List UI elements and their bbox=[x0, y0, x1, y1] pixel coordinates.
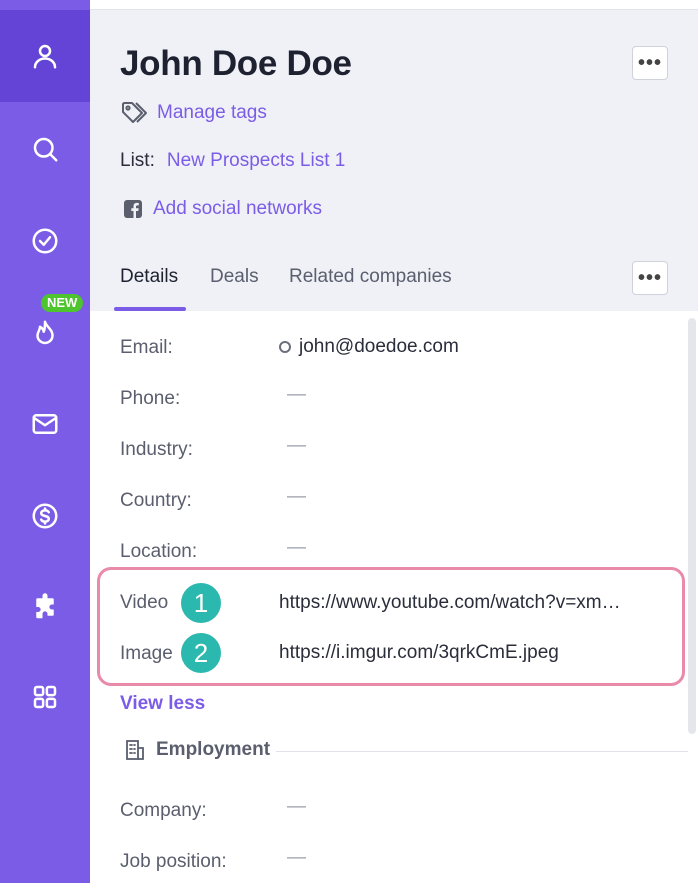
company-label: Company: bbox=[120, 800, 207, 821]
email-value[interactable]: john@doedoe.com bbox=[299, 336, 459, 358]
building-icon bbox=[126, 740, 144, 760]
job-position-value[interactable]: — bbox=[287, 847, 306, 869]
video-value[interactable]: https://www.youtube.com/watch?v=xm… bbox=[279, 592, 621, 614]
apps-icon bbox=[33, 685, 57, 709]
sidebar-item-search[interactable] bbox=[0, 103, 90, 195]
phone-value[interactable]: — bbox=[287, 384, 306, 406]
manage-tags-row[interactable]: Manage tags bbox=[121, 101, 267, 125]
contact-more-button[interactable]: ••• bbox=[632, 46, 668, 80]
country-label: Country: bbox=[120, 490, 192, 511]
location-label: Location: bbox=[120, 541, 198, 562]
email-value-row[interactable]: john@doedoe.com bbox=[279, 336, 459, 358]
section-divider bbox=[276, 751, 688, 752]
social-row[interactable]: Add social networks bbox=[123, 198, 322, 220]
tab-details[interactable]: Details bbox=[120, 266, 178, 288]
job-position-label: Job position: bbox=[120, 851, 227, 872]
sidebar-item-integrations[interactable] bbox=[0, 561, 90, 653]
top-bar bbox=[90, 0, 698, 10]
new-badge: NEW bbox=[41, 294, 84, 312]
sidebar-item-tasks[interactable] bbox=[0, 195, 90, 287]
puzzle-icon bbox=[36, 593, 54, 619]
tab-related-companies[interactable]: Related companies bbox=[289, 266, 452, 288]
dollar-icon bbox=[32, 503, 58, 529]
video-label: Video bbox=[120, 592, 169, 613]
sidebar-item-apps[interactable] bbox=[0, 651, 90, 743]
status-dot-icon bbox=[279, 341, 291, 353]
sidebar: NEW bbox=[0, 0, 90, 883]
industry-label: Industry: bbox=[120, 439, 193, 460]
more-icon: ••• bbox=[637, 267, 662, 289]
sidebar-item-mail[interactable] bbox=[0, 378, 90, 470]
tabs-more-button[interactable]: ••• bbox=[632, 261, 668, 295]
sidebar-item-deals[interactable] bbox=[0, 470, 90, 562]
image-label: Image bbox=[120, 643, 173, 664]
tab-deals[interactable]: Deals bbox=[210, 266, 259, 288]
contact-name: John Doe Doe bbox=[120, 44, 352, 83]
marker-1: 1 bbox=[181, 583, 221, 623]
list-row: List: New Prospects List 1 bbox=[120, 150, 345, 172]
image-value[interactable]: https://i.imgur.com/3qrkCmE.jpeg bbox=[279, 642, 559, 664]
sidebar-item-contacts[interactable] bbox=[0, 10, 90, 102]
user-icon bbox=[33, 44, 57, 69]
scrollbar[interactable] bbox=[688, 318, 696, 734]
fire-icon bbox=[36, 320, 54, 345]
more-icon: ••• bbox=[637, 52, 662, 74]
phone-label: Phone: bbox=[120, 388, 181, 409]
list-link[interactable]: New Prospects List 1 bbox=[167, 150, 345, 172]
check-circle-icon bbox=[32, 228, 58, 254]
list-label: List: bbox=[120, 150, 155, 171]
country-value[interactable]: — bbox=[287, 486, 306, 508]
marker-2: 2 bbox=[181, 633, 221, 673]
tag-icon bbox=[122, 102, 147, 123]
manage-tags-link[interactable]: Manage tags bbox=[157, 102, 267, 124]
add-social-link[interactable]: Add social networks bbox=[153, 198, 322, 220]
highlight-box bbox=[97, 567, 685, 686]
search-icon bbox=[33, 137, 58, 162]
facebook-icon bbox=[124, 200, 142, 218]
view-less-link[interactable]: View less bbox=[120, 693, 205, 715]
employment-title: Employment bbox=[156, 739, 271, 760]
industry-value[interactable]: — bbox=[287, 435, 306, 457]
location-value[interactable]: — bbox=[287, 537, 306, 559]
employment-header: Employment bbox=[124, 739, 270, 761]
company-value[interactable]: — bbox=[287, 796, 306, 818]
email-label: Email: bbox=[120, 337, 173, 358]
mail-icon bbox=[32, 414, 58, 434]
